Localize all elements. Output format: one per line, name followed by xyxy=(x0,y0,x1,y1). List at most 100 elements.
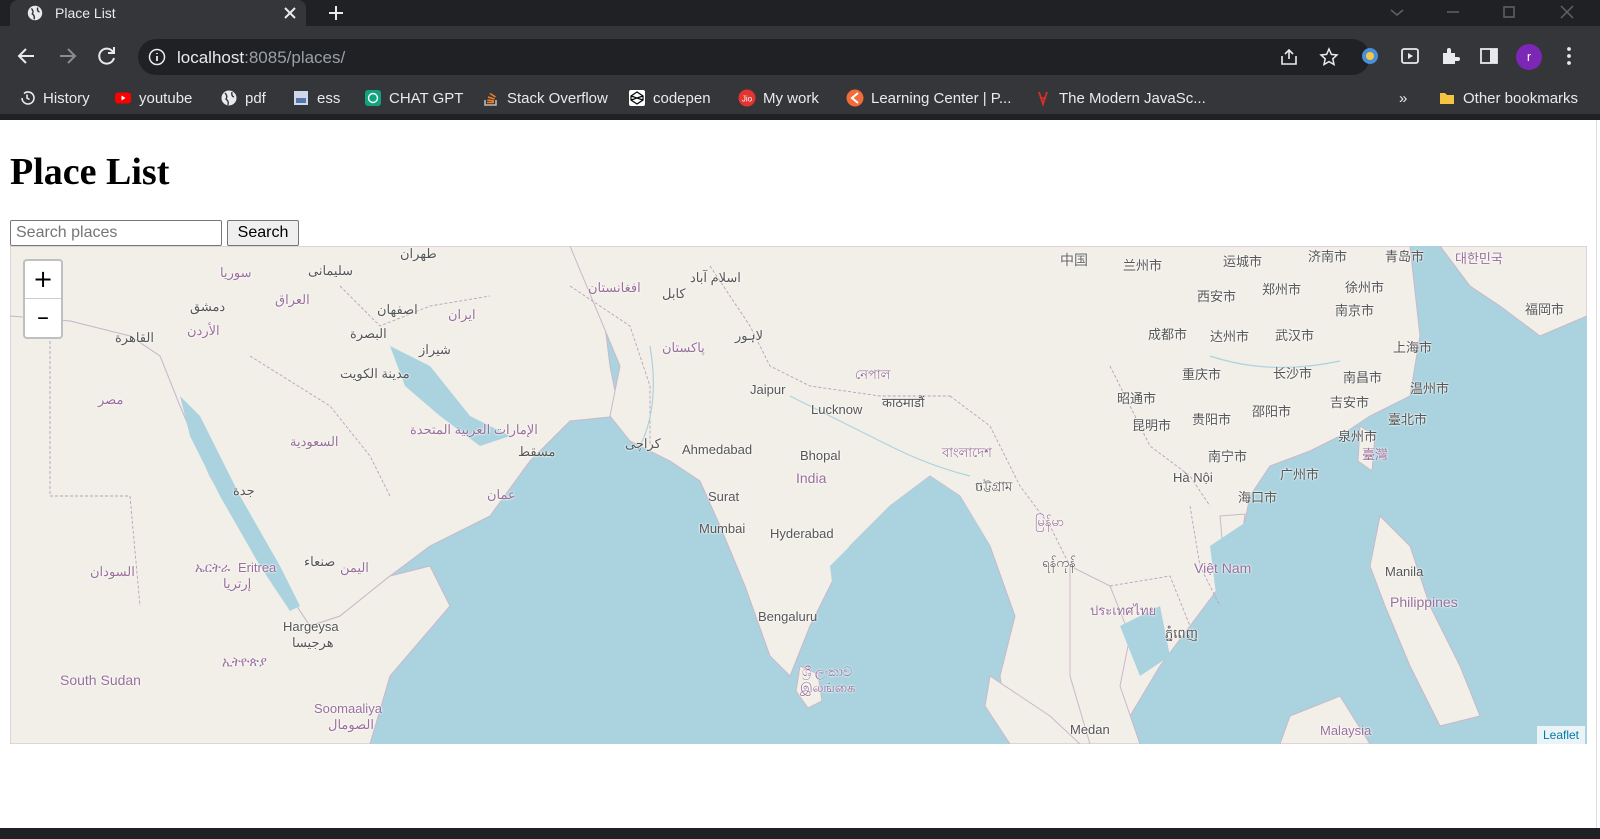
new-tab-icon[interactable] xyxy=(326,3,346,23)
map-label: 海口市 xyxy=(1238,490,1278,505)
window-close-icon[interactable] xyxy=(1556,2,1578,22)
url-path: :8085/places/ xyxy=(244,48,346,67)
zoom-in-button[interactable]: + xyxy=(25,261,61,299)
map-label: كابل xyxy=(662,286,686,301)
forward-icon[interactable] xyxy=(54,43,80,69)
globe-icon xyxy=(221,90,237,106)
map-label: Hargeysa xyxy=(283,619,339,634)
bookmark-stackoverflow[interactable]: Stack Overflow xyxy=(482,87,608,109)
codepen-icon xyxy=(629,90,645,106)
bookmarks-overflow-button[interactable]: » xyxy=(1399,87,1407,109)
leaflet-attribution-link[interactable]: Leaflet xyxy=(1536,726,1585,744)
map-label: 郑州市 xyxy=(1262,282,1302,297)
bookmark-history[interactable]: History xyxy=(18,87,90,109)
map-container[interactable]: 中国 兰州市 运城市 济南市 青岛市 대한민국 西安市 郑州市 徐州市 南京市 … xyxy=(10,246,1587,744)
map-label: ចট্টগ্রাম xyxy=(975,479,1013,494)
tab-search-icon[interactable] xyxy=(1386,2,1408,22)
map-label: 兰州市 xyxy=(1123,258,1163,273)
map-label: काठमाडौं xyxy=(882,395,925,410)
bookmark-pdf[interactable]: pdf xyxy=(220,87,266,109)
map-label: ရန်ကုန် xyxy=(1042,555,1076,570)
bookmark-ess[interactable]: ess xyxy=(292,87,340,109)
bookmark-youtube[interactable]: youtube xyxy=(114,87,192,109)
map-label: বাংলাদেশ xyxy=(942,445,992,460)
map-label: இலங்கை xyxy=(800,680,856,695)
scrollbar[interactable] xyxy=(1596,120,1600,828)
tab-active[interactable]: Place List xyxy=(10,0,306,26)
bookmark-label: pdf xyxy=(245,89,266,107)
side-panel-icon[interactable] xyxy=(1477,44,1501,68)
site-info-icon[interactable] xyxy=(148,48,166,66)
profile-avatar[interactable]: r xyxy=(1516,44,1542,70)
taskbar-strip xyxy=(0,828,1600,839)
map-label: العراق xyxy=(275,292,310,307)
map-label: عمان xyxy=(487,487,516,502)
map-label: 温州市 xyxy=(1410,381,1450,396)
extension-icon[interactable] xyxy=(1358,44,1382,68)
map-label: India xyxy=(796,470,827,486)
map-label: صنعاء xyxy=(304,554,336,569)
restore-icon[interactable] xyxy=(1498,2,1520,22)
bookmark-label: CHAT GPT xyxy=(389,89,464,107)
bookmark-modern-javascript[interactable]: The Modern JavaSc... xyxy=(1034,87,1206,109)
map-label: Surat xyxy=(708,489,740,504)
extensions-puzzle-icon[interactable] xyxy=(1438,44,1462,68)
chatgpt-icon xyxy=(365,90,381,106)
bookmark-label: My work xyxy=(763,89,819,107)
map-label: افغانستان xyxy=(588,280,641,295)
bookmark-label: History xyxy=(43,89,90,107)
map-label: دمشق xyxy=(190,299,226,314)
bookmarks-bar: History youtube pdf ess CHAT GPT Stack O… xyxy=(0,82,1600,114)
map-label: 中国 xyxy=(1060,252,1088,268)
close-tab-icon[interactable] xyxy=(280,3,300,23)
back-icon[interactable] xyxy=(14,43,40,69)
map-label: 南宁市 xyxy=(1208,449,1248,464)
map-label: Bengaluru xyxy=(758,609,818,624)
media-icon[interactable] xyxy=(1398,44,1422,68)
bookmark-mywork[interactable]: Jio My work xyxy=(738,87,819,109)
bookmark-star-icon[interactable] xyxy=(1319,47,1339,67)
minimize-icon[interactable] xyxy=(1442,2,1464,22)
map-label: Mumbai xyxy=(699,521,746,536)
map-label: إرتريا xyxy=(223,576,252,591)
menu-icon[interactable] xyxy=(1557,44,1581,68)
share-icon[interactable] xyxy=(1279,47,1299,67)
map-label: 济南市 xyxy=(1308,249,1348,264)
bookmark-codepen[interactable]: codepen xyxy=(628,87,711,109)
map-label: Ahmedabad xyxy=(682,442,753,457)
reload-icon[interactable] xyxy=(94,43,120,69)
map-label: Manila xyxy=(1385,564,1424,579)
map-label: 대한민국 xyxy=(1455,251,1503,266)
overflow-chevron-icon: » xyxy=(1399,89,1408,107)
page-icon xyxy=(294,91,308,105)
address-bar[interactable]: localhost:8085/places/ xyxy=(138,39,1370,75)
map-label: القاهرة xyxy=(115,330,154,345)
bookmark-label: ess xyxy=(317,89,341,107)
map-label: Eritrea xyxy=(238,560,277,575)
map-label: 臺北市 xyxy=(1388,412,1428,427)
folder-icon xyxy=(1440,93,1454,104)
map-label: ኤርትራ xyxy=(195,560,231,575)
map-label: الصومال xyxy=(328,717,374,732)
map-label: 福岡市 xyxy=(1525,302,1565,317)
bookmark-chatgpt[interactable]: CHAT GPT xyxy=(364,87,463,109)
map-label: سليمانى xyxy=(308,263,354,278)
other-bookmarks[interactable]: Other bookmarks xyxy=(1438,87,1578,109)
zoom-out-button[interactable]: – xyxy=(25,299,61,337)
map-label: 西安市 xyxy=(1197,289,1237,304)
search-button[interactable]: Search xyxy=(227,220,299,246)
map-label: 重庆市 xyxy=(1182,367,1222,382)
map-label: جدة xyxy=(233,483,255,498)
map-label: 吉安市 xyxy=(1330,395,1370,410)
url-text[interactable]: localhost:8085/places/ xyxy=(177,48,345,68)
bookmark-learning-center[interactable]: Learning Center | P... xyxy=(846,87,1011,109)
map-label: Hyderabad xyxy=(770,526,834,541)
tab-strip: Place List xyxy=(0,0,1600,26)
map-label: Malaysia xyxy=(1320,723,1372,738)
search-input[interactable] xyxy=(10,220,222,246)
tab-title: Place List xyxy=(55,5,116,21)
map-label: မြန်မာ xyxy=(1035,514,1065,529)
map-label: 长沙市 xyxy=(1273,366,1313,381)
map-label: مدينة الكويت xyxy=(340,366,410,381)
map-label: پاکستان xyxy=(662,340,705,355)
